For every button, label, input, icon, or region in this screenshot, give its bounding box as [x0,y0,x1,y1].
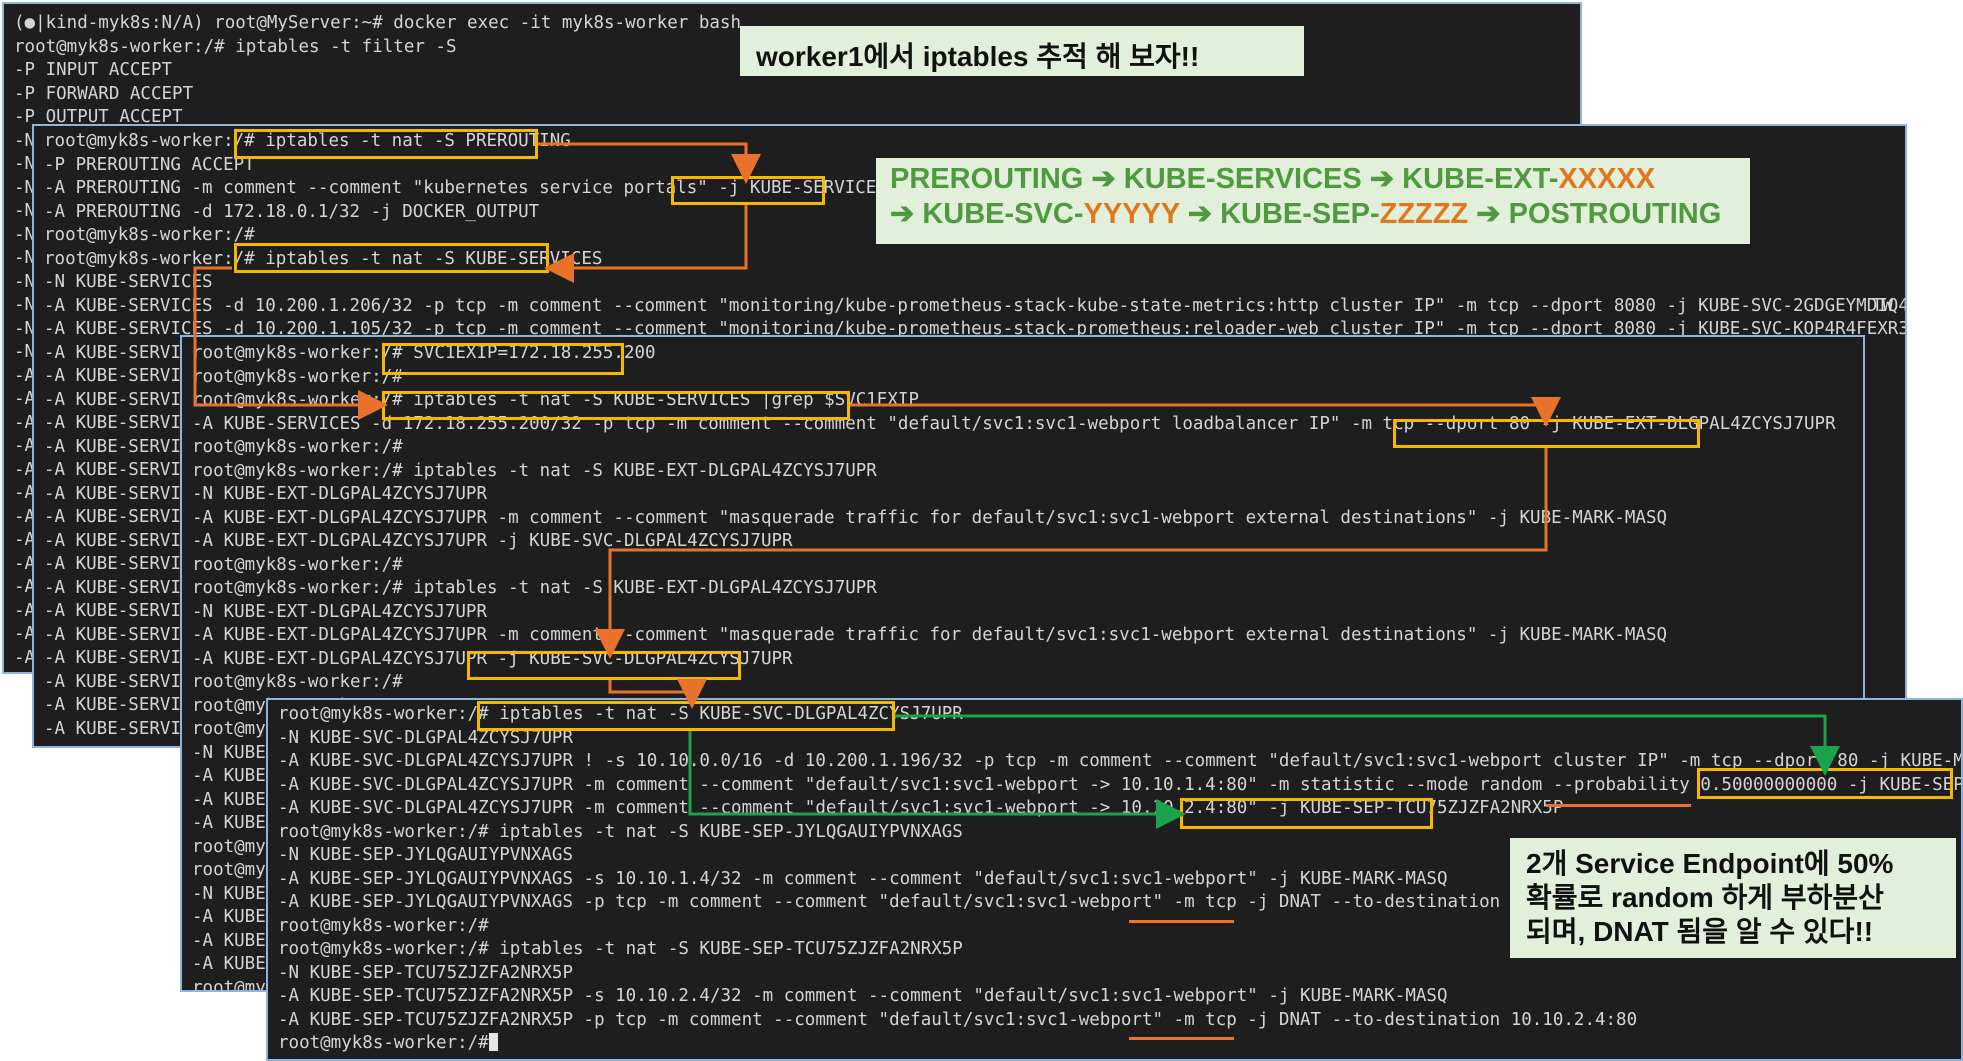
flow-placeholder: ZZZZZ [1379,198,1469,230]
note-line: 2개 Service Endpoint에 50% [1526,848,1894,879]
flow-line-2: ➔ KUBE-SVC-YYYYY ➔ KUBE-SEP-ZZZZZ ➔ POST… [890,197,1750,232]
flow-placeholder: YYYYY [1083,198,1180,230]
note-line: 확률로 random 하게 부하분산 [1526,882,1884,913]
title-callout-text: worker1에서 iptables 추적 해 보자!! [756,41,1200,72]
arrow-svc-cmd-to-sep-tcu [688,731,1186,829]
flow-segment: ➔ KUBE-SVC- [890,198,1084,230]
flow-line-1: PREROUTING ➔ KUBE-SERVICES ➔ KUBE-EXT-XX… [890,162,1750,197]
arrow-cmd-to-grep [193,266,388,420]
arrow-prerouting-to-kube-services [538,142,761,184]
flow-segment: PREROUTING ➔ KUBE-SERVICES ➔ KUBE-EXT- [890,163,1559,195]
arrow-grep-to-kube-ext [850,397,1561,427]
note-line: 되며, DNAT 됨을 알 수 있다!! [1526,916,1874,947]
flow-placeholder: XXXXX [1558,163,1656,195]
note-callout: 2개 Service Endpoint에 50% 확률로 random 하게 부… [1510,838,1956,958]
flow-segment: ➔ KUBE-SEP- [1179,198,1380,230]
arrow-svc-cmd-to-sep-jylq [895,714,1840,776]
flow-callout: PREROUTING ➔ KUBE-SERVICES ➔ KUBE-EXT-XX… [876,158,1750,244]
arrow-svc-to-svc-cmd [608,679,707,709]
flow-segment: ➔ POSTROUTING [1468,198,1722,230]
arrow-kube-ext-to-svc [595,448,1548,659]
title-callout: worker1에서 iptables 추적 해 보자!! [740,26,1304,76]
arrow-kube-services-to-cmd [544,205,748,283]
